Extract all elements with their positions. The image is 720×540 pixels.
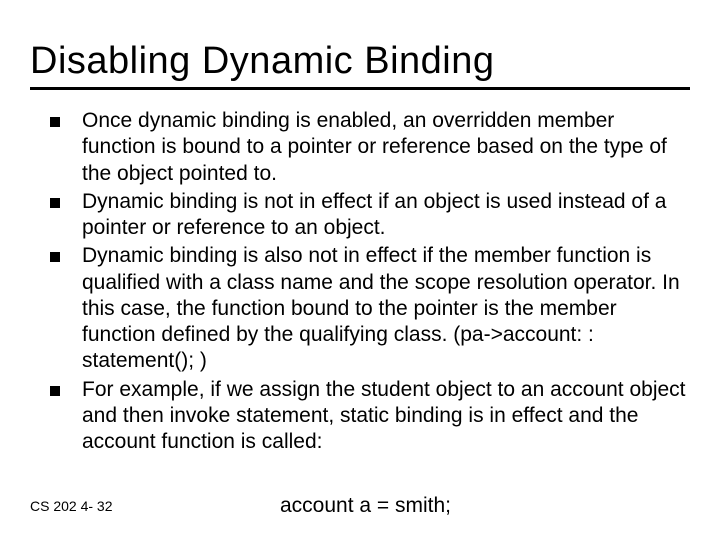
code-example: account a = smith;	[280, 494, 451, 518]
slide-title: Disabling Dynamic Binding	[30, 40, 690, 90]
bullet-item: Once dynamic binding is enabled, an over…	[50, 108, 690, 187]
slide-footer: CS 202 4- 32	[30, 498, 113, 514]
bullet-item: Dynamic binding is not in effect if an o…	[50, 189, 690, 242]
square-bullet-icon	[50, 252, 60, 262]
bullet-item: For example, if we assign the student ob…	[50, 377, 690, 456]
bullet-text: For example, if we assign the student ob…	[82, 377, 690, 456]
slide-content: Once dynamic binding is enabled, an over…	[30, 108, 690, 455]
slide-container: Disabling Dynamic Binding Once dynamic b…	[0, 0, 720, 455]
bullet-text: Once dynamic binding is enabled, an over…	[82, 108, 690, 187]
bullet-item: Dynamic binding is also not in effect if…	[50, 243, 690, 374]
square-bullet-icon	[50, 198, 60, 208]
bullet-text: Dynamic binding is not in effect if an o…	[82, 189, 690, 242]
square-bullet-icon	[50, 386, 60, 396]
square-bullet-icon	[50, 117, 60, 127]
bullet-text: Dynamic binding is also not in effect if…	[82, 243, 690, 374]
